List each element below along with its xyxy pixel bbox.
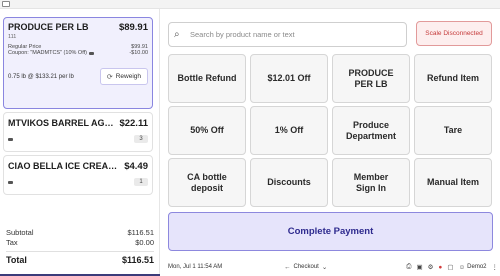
cart-item-ciao-bella[interactable]: CIAO BELLA ICE CREAM C... $4.49 1 xyxy=(3,155,153,195)
item-price: $89.91 xyxy=(118,22,148,33)
search-box[interactable]: ⌕ xyxy=(168,22,407,47)
tile-ca-bottle-deposit[interactable]: CA bottle deposit xyxy=(168,158,246,207)
reweigh-button[interactable]: ⟳ Reweigh xyxy=(99,68,148,85)
item-price: $4.49 xyxy=(124,161,148,172)
alert-icon[interactable]: ● xyxy=(438,264,442,271)
subtotal-label: Subtotal xyxy=(6,228,34,237)
user-name: Demo2 xyxy=(467,264,487,270)
tile-member-sign-in[interactable]: Member Sign In xyxy=(332,158,410,207)
subtotal-value: $116.51 xyxy=(127,228,154,237)
printer-icon[interactable]: ⎙ xyxy=(406,263,411,271)
user-icon: ☺ xyxy=(458,263,466,271)
tile-manual-item[interactable]: Manual Item xyxy=(414,158,492,207)
status-bar: Mon, Jul 1 11:54 AM ← Checkout ⌄ ⎙ ▣ ⚙ ●… xyxy=(168,260,498,274)
total-label: Total xyxy=(6,255,27,265)
tile-bottle-refund[interactable]: Bottle Refund xyxy=(168,54,246,103)
tag-icon xyxy=(89,51,94,55)
display-icon[interactable]: ▢ xyxy=(447,263,453,271)
tag-icon xyxy=(8,180,13,184)
tile-50-off[interactable]: 50% Off xyxy=(168,106,246,155)
tax-value: $0.00 xyxy=(135,238,154,247)
window-icon xyxy=(2,1,10,7)
tile-produce-per-lb[interactable]: PRODUCE PER LB xyxy=(332,54,410,103)
tile-12-01-off[interactable]: $12.01 Off xyxy=(250,54,328,103)
quantity-badge[interactable]: 1 xyxy=(134,178,148,186)
search-icon: ⌕ xyxy=(174,29,180,40)
item-name: CIAO BELLA ICE CREAM C... xyxy=(8,161,118,171)
cart-item-mtvikos[interactable]: MTVIKOS BARREL AGED... $22.11 3 xyxy=(3,112,153,152)
cart-panel: PRODUCE PER LB $89.91 111 Regular Price … xyxy=(0,9,160,276)
actions-panel: ⌕ Scale Disconnected Bottle Refund $12.0… xyxy=(164,9,500,276)
coupon-value: -$10.00 xyxy=(129,50,148,56)
arrow-left-icon: ← xyxy=(284,263,291,271)
totals-section: Subtotal $116.51 Tax $0.00 Total $116.51 xyxy=(0,228,160,266)
item-name: MTVIKOS BARREL AGED... xyxy=(8,118,118,128)
item-price: $22.11 xyxy=(119,118,148,129)
settings-icon[interactable]: ⚙ xyxy=(428,263,434,271)
tax-label: Tax xyxy=(6,238,18,247)
tile-discounts[interactable]: Discounts xyxy=(250,158,328,207)
item-sku: 111 xyxy=(8,34,17,40)
tile-1-off[interactable]: 1% Off xyxy=(250,106,328,155)
tile-produce-department[interactable]: Produce Department xyxy=(332,106,410,155)
window-topbar xyxy=(0,0,500,9)
tag-icon xyxy=(8,137,13,141)
quantity-badge[interactable]: 3 xyxy=(134,135,148,143)
coupon-row: Coupon: "MADMTCS" (10% Off) -$10.00 xyxy=(4,50,152,56)
quick-action-grid: Bottle Refund $12.01 Off PRODUCE PER LB … xyxy=(168,54,493,211)
reweigh-label: Reweigh xyxy=(115,73,141,80)
total-row: Total $116.51 xyxy=(6,251,154,266)
checkout-label: Checkout xyxy=(293,264,319,270)
cash-drawer-icon[interactable]: ▣ xyxy=(416,263,422,271)
complete-payment-button[interactable]: Complete Payment xyxy=(168,212,493,251)
chevron-down-icon: ⌄ xyxy=(321,264,328,271)
scale-status-badge[interactable]: Scale Disconnected xyxy=(416,21,492,46)
datetime: Mon, Jul 1 11:54 AM xyxy=(168,264,223,270)
user-menu[interactable]: ☺ Demo2 xyxy=(459,264,487,271)
refresh-icon: ⟳ xyxy=(106,73,113,81)
weight-row: 0.75 lb @ $133.21 per lb ⟳ Reweigh xyxy=(4,64,152,89)
item-name: PRODUCE PER LB xyxy=(8,22,89,32)
weight-text: 0.75 lb @ $133.21 per lb xyxy=(8,73,74,80)
search-input[interactable] xyxy=(190,30,400,39)
coupon-label: Coupon: "MADMTCS" (10% Off) xyxy=(8,50,87,56)
tile-refund-item[interactable]: Refund Item xyxy=(414,54,492,103)
more-icon[interactable]: ⋮ xyxy=(492,263,499,271)
subtotal-row: Subtotal $116.51 xyxy=(6,228,154,238)
tax-row: Tax $0.00 xyxy=(6,238,154,248)
total-value: $116.51 xyxy=(121,255,154,265)
tile-tare[interactable]: Tare xyxy=(414,106,492,155)
cart-item-produce[interactable]: PRODUCE PER LB $89.91 111 Regular Price … xyxy=(3,17,153,109)
checkout-menu[interactable]: ← Checkout ⌄ xyxy=(284,263,328,272)
